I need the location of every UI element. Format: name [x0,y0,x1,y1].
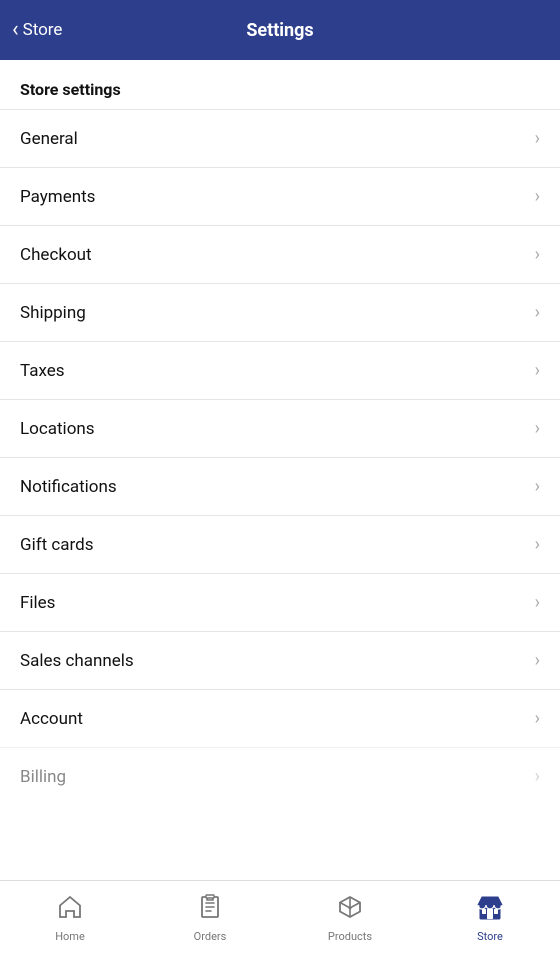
menu-item-label-shipping: Shipping [20,303,86,323]
menu-item-label-files: Files [20,593,55,613]
menu-item-taxes[interactable]: Taxes › [0,341,560,399]
nav-item-store[interactable]: Store [420,881,560,960]
menu-item-label-notifications: Notifications [20,477,117,497]
section-heading: Store settings [0,60,560,109]
menu-item-account[interactable]: Account › [0,689,560,747]
menu-item-locations[interactable]: Locations › [0,399,560,457]
menu-item-chevron-checkout: › [535,244,540,265]
orders-icon [196,893,224,926]
store-icon [476,893,504,926]
menu-item-chevron-taxes: › [535,360,540,381]
back-chevron-icon: ‹ [12,19,19,41]
menu-item-chevron-files: › [535,592,540,613]
nav-label-home: Home [55,930,85,943]
app-header: ‹ Store Settings [0,0,560,60]
menu-list: General›Payments›Checkout›Shipping›Taxes… [0,109,560,805]
products-icon [336,893,364,926]
menu-item-chevron-billing: › [535,766,540,787]
menu-item-chevron-sales-channels: › [535,650,540,671]
menu-item-checkout[interactable]: Checkout › [0,225,560,283]
menu-item-label-checkout: Checkout [20,245,92,265]
nav-label-products: Products [328,930,372,943]
menu-item-files[interactable]: Files › [0,573,560,631]
settings-content: Store settings General›Payments›Checkout… [0,60,560,880]
nav-item-home[interactable]: Home [0,881,140,960]
menu-item-gift-cards[interactable]: Gift cards › [0,515,560,573]
menu-item-label-gift-cards: Gift cards [20,535,94,555]
menu-item-chevron-locations: › [535,418,540,439]
menu-item-chevron-general: › [535,128,540,149]
menu-item-chevron-notifications: › [535,476,540,497]
menu-item-chevron-payments: › [535,186,540,207]
bottom-nav: Home Orders Products [0,880,560,960]
nav-label-store: Store [477,930,503,943]
menu-item-notifications[interactable]: Notifications › [0,457,560,515]
menu-item-billing[interactable]: Billing › [0,747,560,805]
menu-item-label-locations: Locations [20,419,95,439]
nav-item-products[interactable]: Products [280,881,420,960]
menu-item-chevron-shipping: › [535,302,540,323]
menu-item-payments[interactable]: Payments › [0,167,560,225]
menu-item-chevron-account: › [535,708,540,729]
back-label: Store [23,20,63,40]
menu-item-label-account: Account [20,709,83,729]
menu-item-label-sales-channels: Sales channels [20,651,134,671]
menu-item-chevron-gift-cards: › [535,534,540,555]
back-button[interactable]: ‹ Store [12,20,62,41]
menu-item-label-payments: Payments [20,187,95,207]
menu-item-label-billing: Billing [20,767,66,787]
nav-label-orders: Orders [194,930,227,943]
menu-item-label-taxes: Taxes [20,361,65,381]
menu-item-shipping[interactable]: Shipping › [0,283,560,341]
home-icon [56,893,84,926]
menu-item-general[interactable]: General › [0,109,560,167]
page-title: Settings [246,20,313,41]
menu-item-sales-channels[interactable]: Sales channels › [0,631,560,689]
menu-item-label-general: General [20,129,78,149]
nav-item-orders[interactable]: Orders [140,881,280,960]
